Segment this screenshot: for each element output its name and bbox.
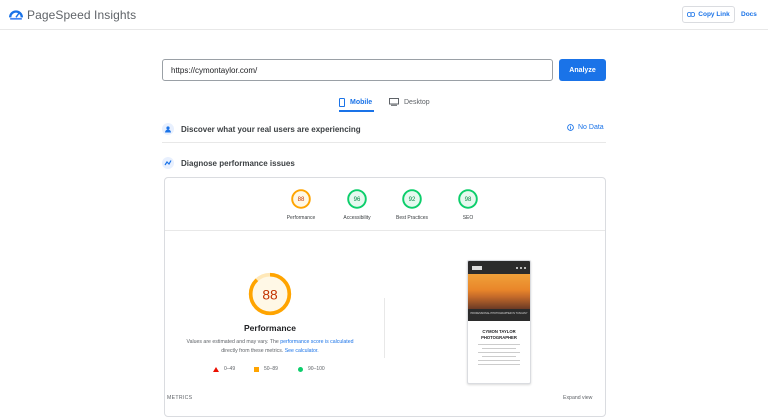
desktop-icon xyxy=(389,98,399,106)
square-icon xyxy=(254,366,259,372)
users-icon xyxy=(162,123,174,135)
score-value: 98 xyxy=(465,197,472,203)
legend-average: 50–89 xyxy=(254,366,278,372)
copy-link-button[interactable]: Copy Link xyxy=(682,6,735,23)
score-label: Best Practices xyxy=(396,215,428,221)
performance-title: Performance xyxy=(244,323,296,333)
performance-gauge: 88 xyxy=(248,272,292,316)
score-ring: 96 xyxy=(347,189,367,209)
score-gauge-accessibility[interactable]: 96 Accessibility xyxy=(335,188,379,221)
preview-text-line xyxy=(478,360,520,361)
score-gauge-performance[interactable]: 88 Performance xyxy=(279,188,323,221)
section-divider xyxy=(162,142,606,143)
legend-range: 50–89 xyxy=(264,366,278,372)
score-label: Accessibility xyxy=(343,215,371,221)
diagnose-icon xyxy=(162,157,174,169)
expand-view-button[interactable]: Expand view xyxy=(563,395,592,401)
vertical-divider xyxy=(384,298,385,358)
docs-link[interactable]: Docs xyxy=(741,11,757,18)
preview-nav-icons xyxy=(516,266,526,269)
preview-heading-line1: CYMON TAYLOR xyxy=(482,329,516,334)
diagnose-section: Diagnose performance issues xyxy=(162,157,295,169)
legend-poor: 0–49 xyxy=(213,366,235,372)
preview-text-line xyxy=(478,344,520,345)
analyze-button[interactable]: Analyze xyxy=(559,59,606,81)
app-logo[interactable]: PageSpeed Insights xyxy=(9,8,136,22)
diagnose-title: Diagnose performance issues xyxy=(181,158,295,168)
preview-text-line xyxy=(478,364,520,365)
score-ring: 92 xyxy=(402,189,422,209)
copy-link-label: Copy Link xyxy=(698,11,730,18)
preview-heading: CYMON TAYLOR PHOTOGRAPHER xyxy=(468,329,530,341)
pagespeed-logo-icon xyxy=(9,10,23,20)
score-ring: 88 xyxy=(291,189,311,209)
desc-text: Values are estimated and may vary. The xyxy=(186,339,281,345)
legend-good: 90–100 xyxy=(298,366,325,372)
desc-text-2: directly from these metrics. xyxy=(221,348,285,354)
score-gauge-seo[interactable]: 98 SEO xyxy=(446,188,490,221)
url-input[interactable] xyxy=(162,59,553,81)
triangle-icon xyxy=(213,366,219,372)
preview-hero-image xyxy=(468,274,530,309)
see-calculator-link[interactable]: See calculator. xyxy=(285,348,319,354)
link-icon xyxy=(687,12,696,17)
performance-description: Values are estimated and may vary. The p… xyxy=(175,338,365,356)
tab-mobile-label: Mobile xyxy=(350,98,373,106)
card-divider xyxy=(165,230,605,231)
tab-desktop-label: Desktop xyxy=(404,98,430,106)
tab-desktop[interactable]: Desktop xyxy=(389,94,430,110)
score-value: 92 xyxy=(409,197,416,203)
tab-mobile[interactable]: Mobile xyxy=(339,94,372,110)
score-value: 88 xyxy=(298,197,305,203)
discover-section: Discover what your real users are experi… xyxy=(162,123,361,135)
info-icon xyxy=(567,124,574,131)
performance-score: 88 xyxy=(262,288,278,303)
preview-text-line xyxy=(482,356,516,357)
score-label: SEO xyxy=(462,215,474,221)
score-card: 88 Performance 96 Accessibility 92 Best … xyxy=(164,177,606,417)
score-gauge-best-practices[interactable]: 92 Best Practices xyxy=(390,188,434,221)
preview-heading-line2: PHOTOGRAPHER xyxy=(481,335,517,340)
legend-range: 90–100 xyxy=(308,366,325,372)
performance-score-link[interactable]: performance score is calculated xyxy=(280,339,353,345)
preview-text-line xyxy=(482,348,516,349)
active-tab-indicator xyxy=(339,110,374,112)
preview-logo xyxy=(472,265,482,270)
preview-nav xyxy=(468,261,530,274)
circle-icon xyxy=(298,366,303,372)
preview-banner: PROFESSIONAL PHOTOGRAPHER IN TUSCANY xyxy=(468,309,530,321)
app-title: PageSpeed Insights xyxy=(27,8,137,22)
no-data-status[interactable]: No Data xyxy=(567,124,604,131)
score-value: 96 xyxy=(354,197,361,203)
score-label: Performance xyxy=(286,215,316,221)
page-screenshot-preview[interactable]: PROFESSIONAL PHOTOGRAPHER IN TUSCANY CYM… xyxy=(467,260,531,384)
mobile-icon xyxy=(339,97,345,107)
metrics-heading: METRICS xyxy=(167,395,193,401)
score-ring: 98 xyxy=(458,189,478,209)
preview-text-line xyxy=(478,352,520,353)
top-bar: PageSpeed Insights Copy Link Docs xyxy=(0,0,768,30)
discover-title: Discover what your real users are experi… xyxy=(181,124,361,134)
legend-range: 0–49 xyxy=(224,366,236,372)
no-data-label: No Data xyxy=(578,124,604,131)
